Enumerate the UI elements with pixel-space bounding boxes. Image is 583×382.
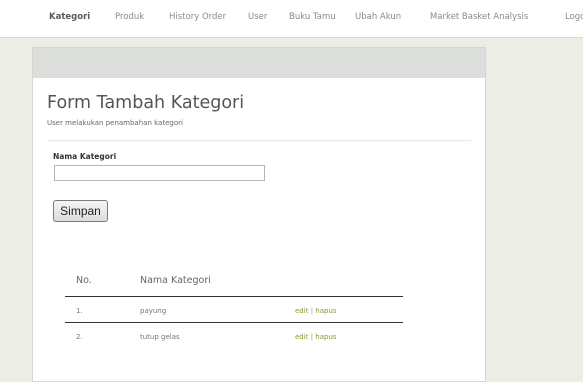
nav-item-market-basket-analysis[interactable]: Market Basket Analysis [430, 12, 528, 22]
nav-item-ubah-akun[interactable]: Ubah Akun [355, 12, 401, 22]
nav-item-history-order[interactable]: History Order [169, 12, 226, 22]
column-header-nama-kategori: Nama Kategori [140, 275, 211, 286]
content-panel: Form Tambah Kategori User melakukan pena… [32, 47, 486, 382]
page-title: Form Tambah Kategori [47, 93, 245, 113]
top-navigation: Kategori Produk History Order User Buku … [0, 0, 583, 38]
row-number: 1. [76, 307, 83, 315]
hapus-link[interactable]: hapus [315, 307, 336, 315]
column-header-no: No. [76, 275, 92, 286]
panel-header-bar [33, 48, 485, 78]
nav-item-user[interactable]: User [248, 12, 267, 22]
row-category-name: tutup gelas [140, 333, 180, 341]
row-rule [65, 322, 403, 323]
hapus-link[interactable]: hapus [315, 333, 336, 341]
title-divider [47, 140, 471, 141]
nama-kategori-label: Nama Kategori [53, 152, 117, 161]
nav-item-produk[interactable]: Produk [115, 12, 144, 22]
row-actions: edit | hapus [295, 333, 337, 341]
nav-item-buku-tamu[interactable]: Buku Tamu [289, 12, 336, 22]
row-actions: edit | hapus [295, 307, 337, 315]
page-subtitle: User melakukan penambahan kategori [47, 119, 183, 127]
nama-kategori-input[interactable] [54, 165, 265, 181]
action-separator: | [310, 333, 314, 341]
row-category-name: payung [140, 307, 167, 315]
row-number: 2. [76, 333, 83, 341]
header-rule [65, 296, 403, 297]
simpan-button[interactable]: Simpan [53, 200, 108, 222]
edit-link[interactable]: edit [295, 307, 308, 315]
edit-link[interactable]: edit [295, 333, 308, 341]
action-separator: | [310, 307, 314, 315]
nav-item-kategori[interactable]: Kategori [49, 12, 90, 22]
nav-item-logout[interactable]: Logout [565, 12, 583, 22]
